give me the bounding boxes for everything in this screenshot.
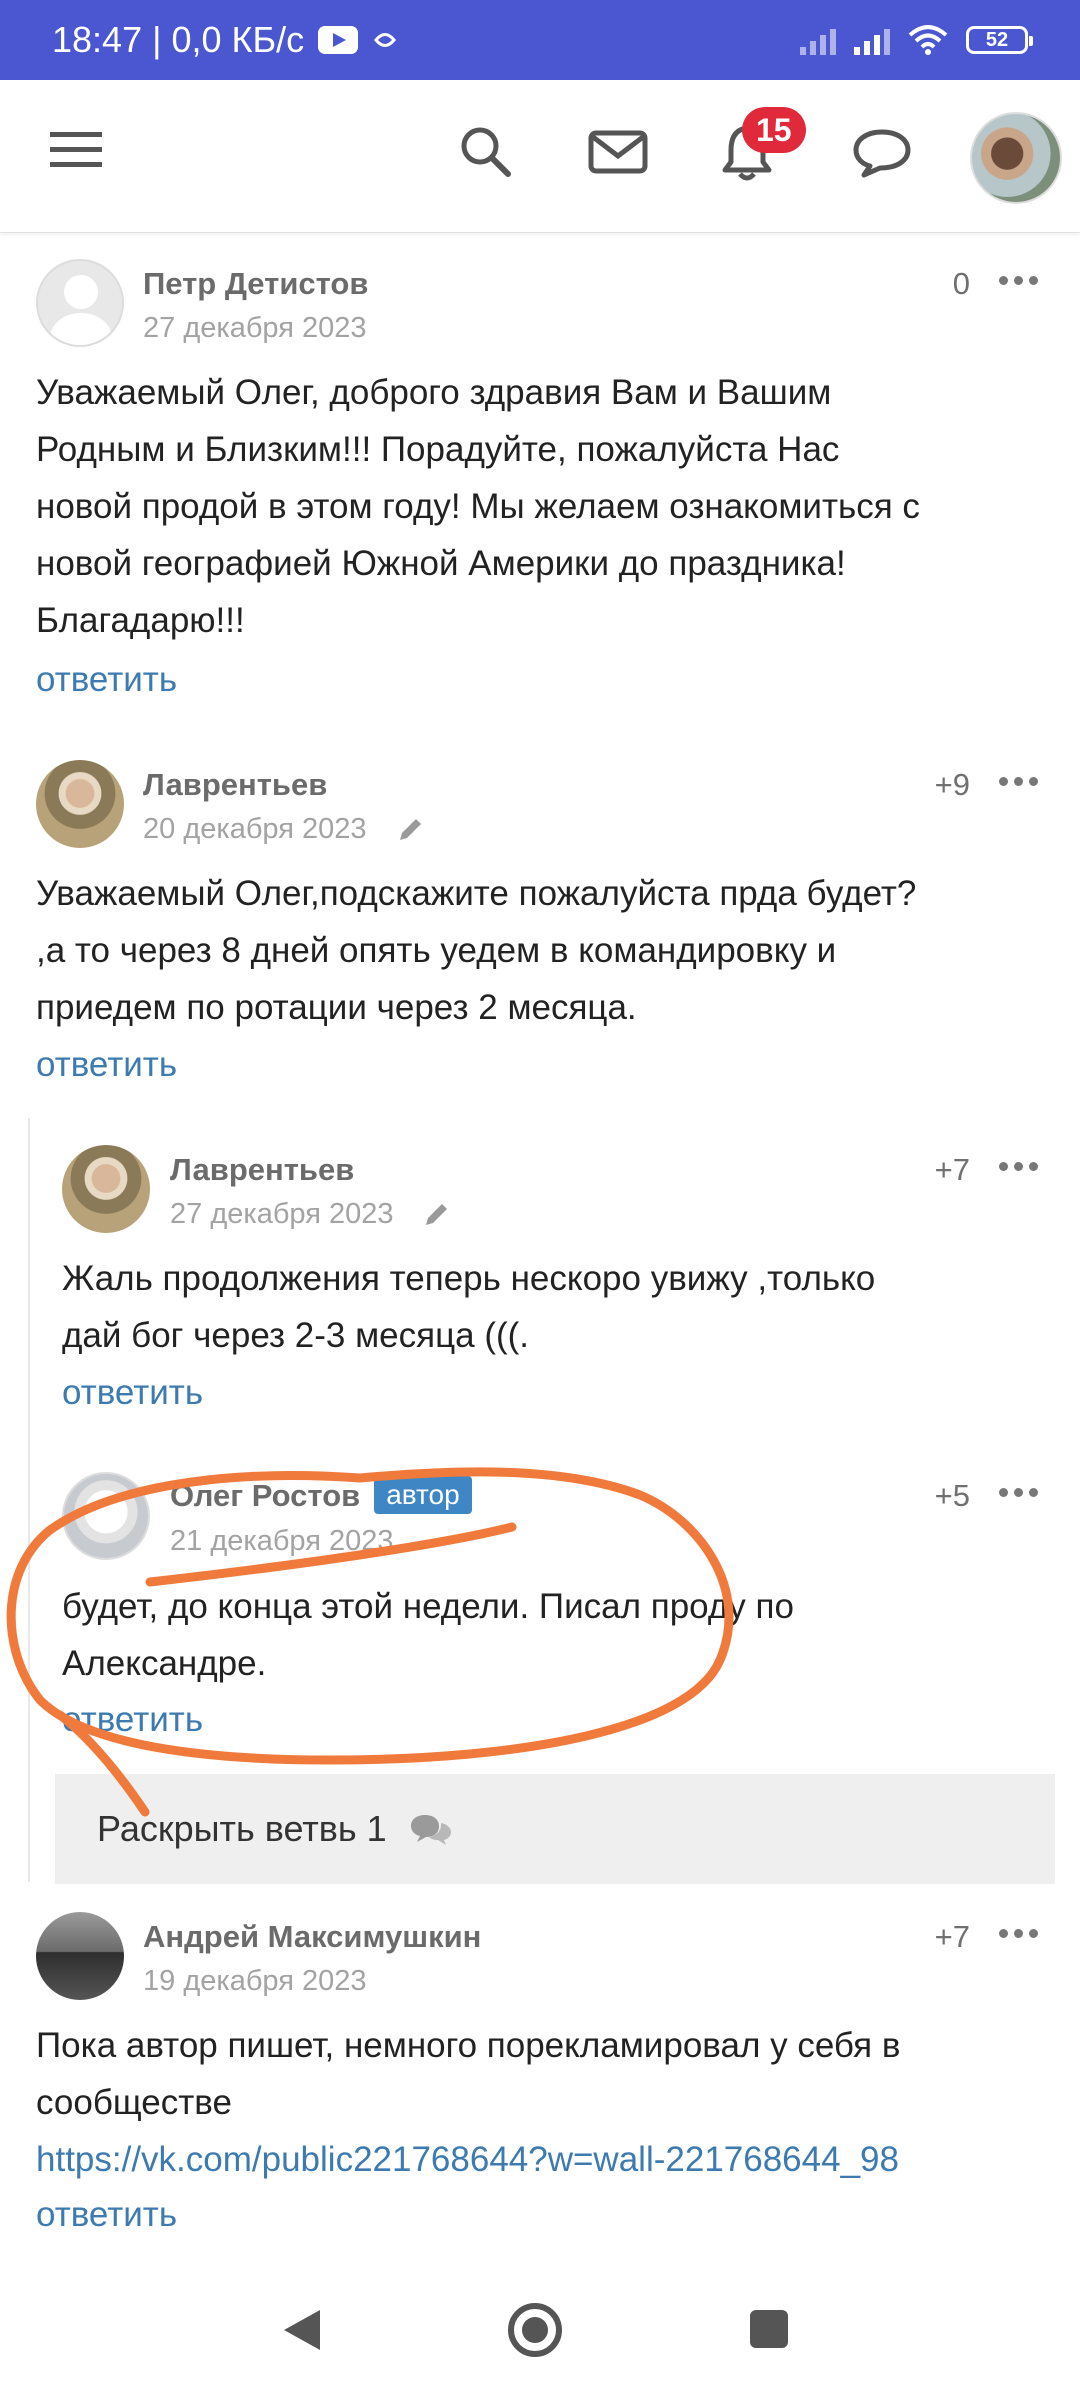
home-icon[interactable] [505, 2300, 565, 2360]
system-nav-bar [0, 2260, 1080, 2400]
recents-icon[interactable] [748, 2308, 790, 2350]
freehand-annotation [6, 1467, 734, 1817]
back-icon[interactable] [280, 2306, 324, 2354]
